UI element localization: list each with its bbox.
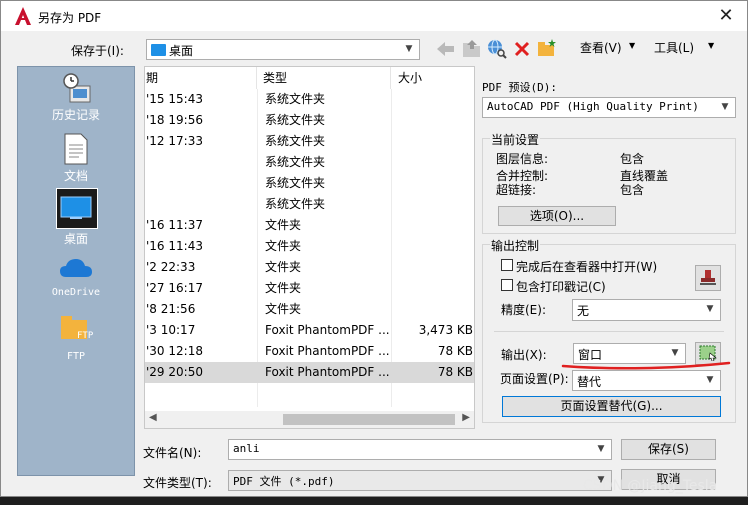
plot-stamp-settings-button[interactable] (695, 265, 721, 291)
new-folder-icon[interactable] (537, 39, 557, 57)
table-row[interactable]: 系统文件夹 (145, 194, 474, 215)
place-documents[interactable]: 文档 (18, 133, 134, 184)
title-bar: 另存为 PDF ✕ (1, 1, 747, 31)
save-in-value: 桌面 (169, 44, 194, 58)
save-in-label: 保存于(I): (71, 44, 124, 58)
divider (494, 331, 724, 332)
close-button[interactable]: ✕ (713, 4, 739, 28)
filename-label: 文件名(N): (143, 446, 202, 460)
precision-label: 精度(E): (501, 303, 546, 317)
column-header-type[interactable]: 类型 (257, 67, 391, 89)
table-row[interactable]: '30 12:18 Foxit PhantomPDF ... 78 KB (145, 341, 474, 362)
chevron-down-icon: ▼ (671, 348, 679, 358)
open-in-viewer-checkbox[interactable] (501, 259, 513, 271)
table-row[interactable]: 系统文件夹 (145, 173, 474, 194)
save-in-dropdown[interactable]: 桌面 ▼ (146, 39, 420, 60)
save-button[interactable]: 保存(S) (621, 439, 716, 460)
chevron-down-icon[interactable]: ▼ (594, 442, 608, 456)
horizontal-scrollbar[interactable]: ◀ ▶ (145, 411, 474, 428)
documents-icon (64, 133, 88, 165)
table-row[interactable]: 系统文件夹 (145, 152, 474, 173)
table-row[interactable]: '16 11:37 文件夹 (145, 215, 474, 236)
setting-key: 超链接: (496, 183, 537, 197)
table-row[interactable]: '2 22:33 文件夹 (145, 257, 474, 278)
column-header-size[interactable]: 大小 (391, 67, 474, 89)
view-menu-arrow-icon[interactable]: ▼ (629, 41, 635, 50)
history-icon (63, 73, 91, 103)
page-setup-label: 页面设置(P): (500, 372, 569, 386)
table-row[interactable]: '27 16:17 文件夹 (145, 278, 474, 299)
filetype-label: 文件类型(T): (143, 476, 212, 490)
onedrive-cloud-icon (60, 259, 92, 277)
filetype-dropdown[interactable]: PDF 文件 (*.pdf) ▼ (228, 470, 612, 491)
ftp-badge: FTP (77, 331, 94, 341)
column-header-date[interactable]: 期 (145, 67, 257, 89)
include-stamp-label: 包含打印戳记(C) (516, 280, 606, 294)
pdf-preset-label: PDF 预设(D): (482, 81, 557, 94)
view-menu[interactable]: 查看(V) (580, 39, 622, 56)
page-setup-dropdown[interactable]: 替代 ▼ (572, 370, 721, 391)
open-in-viewer-label: 完成后在查看器中打开(W) (516, 260, 658, 274)
table-row[interactable]: '18 19:56 系统文件夹 (145, 110, 474, 131)
setting-value: 包含 (620, 152, 645, 166)
current-settings-title: 当前设置 (490, 131, 541, 148)
table-row[interactable]: '8 21:56 文件夹 (145, 299, 474, 320)
place-history-label: 历史记录 (51, 108, 100, 122)
page-setup-override-button[interactable]: 页面设置替代(G)... (502, 396, 721, 417)
place-ftp[interactable]: FTP FTP (18, 313, 134, 362)
watermark: CSDN @Jiang_Tesla (583, 478, 718, 494)
output-label: 输出(X): (501, 348, 547, 362)
scroll-left-icon[interactable]: ◀ (149, 412, 157, 423)
place-ftp-label: FTP (66, 351, 86, 362)
place-documents-label: 文档 (63, 169, 88, 183)
options-button[interactable]: 选项(O)... (498, 206, 616, 226)
tools-menu-arrow-icon[interactable]: ▼ (708, 41, 714, 50)
chevron-down-icon: ▼ (706, 304, 714, 314)
table-row[interactable]: '16 11:43 文件夹 (145, 236, 474, 257)
output-control-title: 输出控制 (490, 237, 541, 254)
filename-input[interactable]: anli ▼ (228, 439, 612, 460)
tools-menu[interactable]: 工具(L) (654, 39, 694, 56)
setting-value: 包含 (620, 183, 645, 197)
place-onedrive[interactable]: OneDrive (18, 257, 134, 298)
scroll-right-icon[interactable]: ▶ (462, 412, 470, 423)
save-as-pdf-dialog: 另存为 PDF ✕ 保存于(I): 桌面 ▼ 查看(V) ▼ 工具(L) ▼ 历… (0, 0, 748, 497)
autocad-logo-icon (15, 7, 31, 25)
delete-icon[interactable] (514, 41, 530, 57)
file-list[interactable]: 期 类型 大小 '15 15:43 系统文件夹 '18 19:56 系统文件夹 '1… (144, 66, 475, 429)
desktop-icon (60, 196, 92, 219)
scrollbar-thumb[interactable] (283, 414, 455, 425)
window-title: 另存为 PDF (38, 11, 102, 25)
pdf-preset-dropdown[interactable]: AutoCAD PDF (High Quality Print) ▼ (482, 97, 736, 118)
window-select-icon (699, 345, 717, 361)
desktop-folder-icon (151, 44, 166, 56)
up-folder-icon[interactable] (462, 40, 482, 58)
chevron-down-icon: ▼ (721, 102, 729, 112)
places-bar: 历史记录 文档 桌面 OneDrive FTP FTP (17, 66, 135, 476)
back-arrow-icon[interactable] (437, 41, 455, 57)
table-row[interactable]: '15 15:43 系统文件夹 (145, 89, 474, 110)
place-desktop-label: 桌面 (63, 232, 88, 246)
place-history[interactable]: 历史记录 (18, 72, 134, 123)
include-stamp-checkbox[interactable] (501, 279, 513, 291)
table-row[interactable]: '12 17:33 系统文件夹 (145, 131, 474, 152)
place-onedrive-label: OneDrive (51, 287, 101, 298)
precision-dropdown[interactable]: 无 ▼ (572, 299, 721, 321)
table-row-selected[interactable]: '29 20:50 Foxit PhantomPDF ... 78 KB (145, 362, 474, 383)
search-web-icon[interactable] (487, 39, 507, 59)
stamp-icon (700, 270, 716, 285)
chevron-down-icon: ▼ (405, 44, 413, 54)
setting-key: 图层信息: (496, 152, 549, 166)
place-desktop[interactable]: 桌面 (18, 196, 134, 247)
chevron-down-icon: ▼ (706, 375, 714, 385)
table-row[interactable]: '3 10:17 Foxit PhantomPDF ... 3,473 KB (145, 320, 474, 341)
